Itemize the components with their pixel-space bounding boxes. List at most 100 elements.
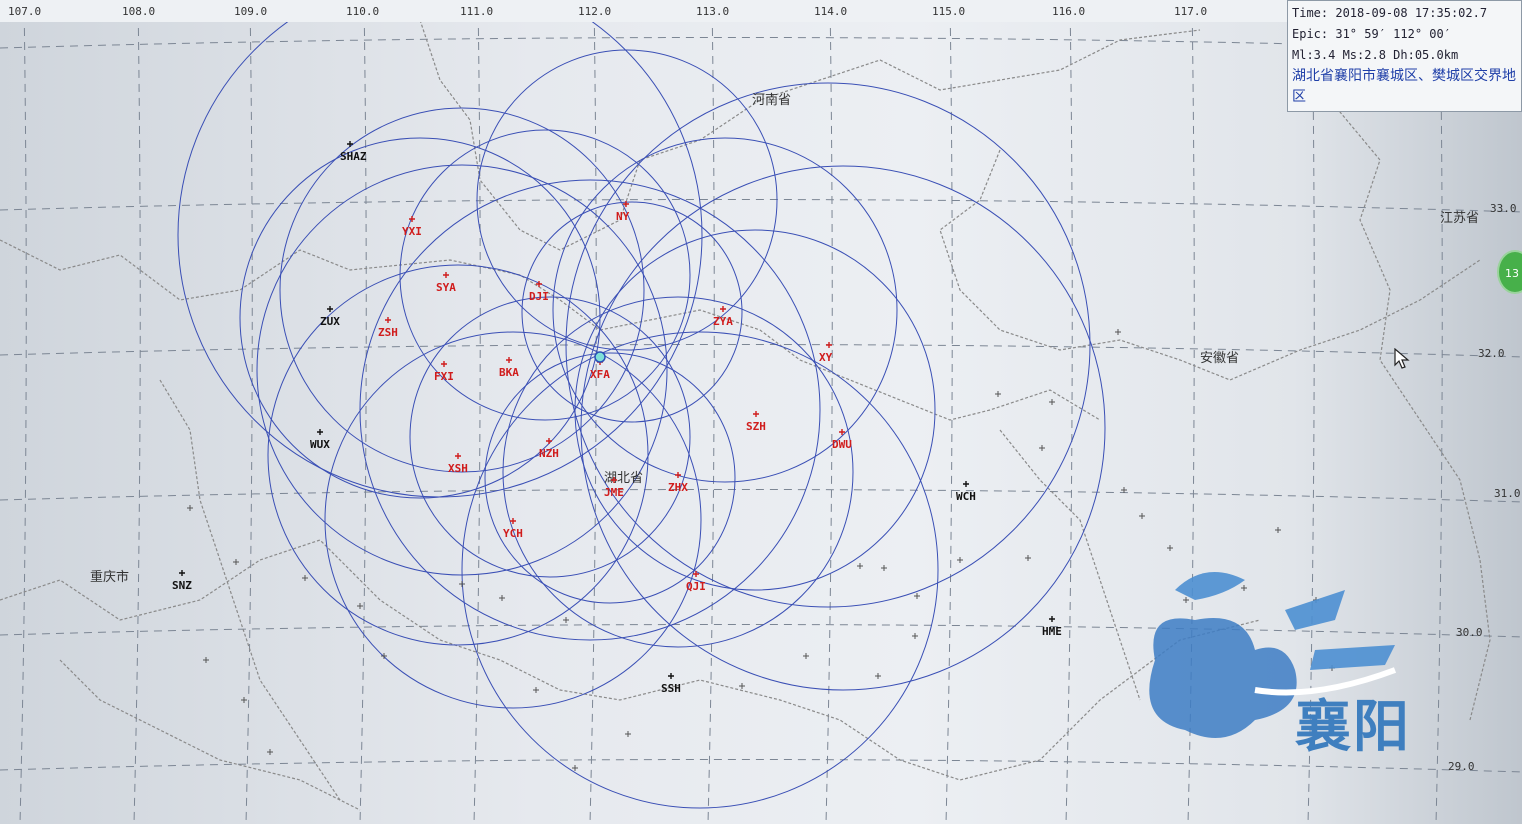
station-zhx: ZHX	[668, 472, 688, 494]
plus-marker	[187, 505, 193, 511]
station-nzh: NZH	[539, 438, 559, 460]
station-code: JME	[604, 486, 624, 499]
station-dwu: DWU	[832, 429, 852, 451]
longitude-tick-label: 114.0	[814, 5, 847, 18]
station-code: XY	[819, 351, 833, 364]
region-label: 湖北省	[604, 471, 643, 486]
longitude-tick-label: 115.0	[932, 5, 965, 18]
station-code: NY	[616, 210, 630, 223]
station-code: SYA	[436, 281, 456, 294]
plus-marker	[241, 697, 247, 703]
plus-marker	[914, 593, 920, 599]
latitude-tick-label: 33.0	[1490, 202, 1517, 215]
plus-marker	[912, 633, 918, 639]
longitude-tick-label: 113.0	[696, 5, 729, 18]
station-code: QJI	[686, 580, 706, 593]
longitude-tick-label: 109.0	[234, 5, 267, 18]
station-hme: HME	[1042, 616, 1062, 638]
watermark-text: 襄阳	[1295, 695, 1411, 760]
plus-marker	[1039, 445, 1045, 451]
plus-marker	[881, 565, 887, 571]
plus-marker	[267, 749, 273, 755]
station-zux: ZUX	[320, 306, 340, 328]
station-fxi: FXI	[434, 361, 454, 383]
plus-marker	[533, 687, 539, 693]
longitude-tick-label: 107.0	[8, 5, 41, 18]
top-longitude-axis: 107.0 108.0 109.0 110.0 111.0 112.0 113.0 114.0…	[0, 0, 1287, 22]
station-dji: DJI	[529, 281, 549, 303]
plus-marker	[357, 603, 363, 609]
station-code: DWU	[832, 438, 852, 451]
station-code: ZUX	[320, 315, 340, 328]
mouse-cursor-icon	[1394, 348, 1410, 369]
plus-marker	[1115, 329, 1121, 335]
plus-marker	[1025, 555, 1031, 561]
plus-marker	[875, 673, 881, 679]
station-sya: SYA	[436, 272, 456, 294]
plus-marker	[1049, 399, 1055, 405]
plus-marker	[499, 595, 505, 601]
station-code: SZH	[746, 420, 766, 433]
event-location: 湖北省襄阳市襄城区、樊城区交界地区	[1292, 68, 1516, 105]
epicenter-distance-circles	[177, 0, 1106, 809]
station-code: SHAZ	[340, 150, 367, 163]
plus-marker	[302, 575, 308, 581]
station-code: HME	[1042, 625, 1062, 638]
station-ssh: SSH	[661, 673, 681, 695]
station-code: XSH	[448, 462, 468, 475]
longitude-tick-label: 116.0	[1052, 5, 1085, 18]
station-snz: SNZ	[172, 570, 192, 592]
station-zsh: ZSH	[378, 317, 398, 339]
event-info-panel: Time: 2018-09-08 17:35:02.7 Epic: 31° 59…	[1287, 0, 1522, 112]
station-code: ZSH	[378, 326, 398, 339]
latitude-tick-label: 30.0	[1456, 626, 1483, 639]
station-ych: YCH	[503, 518, 523, 540]
station-xy: XY	[819, 342, 833, 364]
plus-marker	[803, 653, 809, 659]
region-label: 安徽省	[1200, 351, 1239, 366]
plus-marker	[1275, 527, 1281, 533]
station-yxi: YXI	[402, 216, 422, 238]
region-labels: 河南省江苏省安徽省湖北省重庆市	[90, 92, 1479, 585]
longitude-tick-label: 110.0	[346, 5, 379, 18]
station-code: FXI	[434, 370, 454, 383]
station-code: XFA	[590, 368, 610, 381]
plus-marker	[857, 563, 863, 569]
station-code: SSH	[661, 682, 681, 695]
plus-marker	[739, 683, 745, 689]
station-code: ZHX	[668, 481, 688, 494]
station-code: WCH	[956, 490, 976, 503]
latitude-tick-label: 32.0	[1478, 347, 1505, 360]
plus-marker	[203, 657, 209, 663]
longitude-tick-label: 117.0	[1174, 5, 1207, 18]
station-bka: BKA	[499, 357, 519, 379]
plus-marker	[572, 765, 578, 771]
station-wux: WUX	[310, 429, 330, 451]
station-code: ZYA	[713, 315, 733, 328]
event-epicenter: Epic: 31° 59′ 112° 00′	[1292, 27, 1451, 41]
event-time: Time: 2018-09-08 17:35:02.7	[1292, 6, 1488, 20]
plus-marker	[233, 559, 239, 565]
event-magnitudes: Ml:3.4 Ms:2.8 Dh:05.0km	[1292, 48, 1459, 62]
station-code: YCH	[503, 527, 523, 540]
station-code: SNZ	[172, 579, 192, 592]
station-xsh: XSH	[448, 453, 468, 475]
station-wch: WCH	[956, 481, 976, 503]
plus-marker	[957, 557, 963, 563]
station-szh: SZH	[746, 411, 766, 433]
region-label: 重庆市	[90, 569, 129, 585]
longitude-tick-label: 112.0	[578, 5, 611, 18]
station-code: WUX	[310, 438, 330, 451]
epicenter-marker	[594, 351, 606, 363]
longitude-tick-label: 111.0	[460, 5, 493, 18]
plus-marker	[625, 731, 631, 737]
latitude-tick-label: 31.0	[1494, 487, 1521, 500]
plus-marker	[1139, 513, 1145, 519]
region-label: 河南省	[752, 92, 791, 108]
latitude-tick-label: 29.0	[1448, 760, 1475, 773]
longitude-tick-label: 108.0	[122, 5, 155, 18]
plus-marker	[995, 391, 1001, 397]
station-code: NZH	[539, 447, 559, 460]
station-code: YXI	[402, 225, 422, 238]
seismic-map-screen: 107.0 108.0 109.0 110.0 111.0 112.0 113.0 114.0…	[0, 0, 1522, 824]
